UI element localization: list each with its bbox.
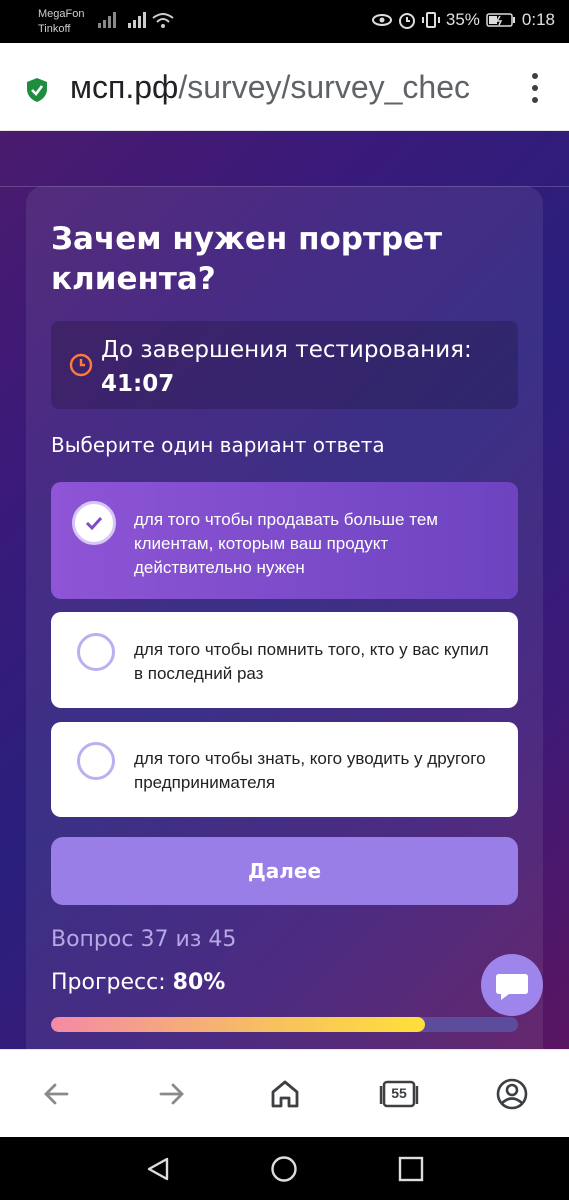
wifi-icon — [152, 13, 174, 28]
battery-icon — [486, 13, 515, 27]
home-icon[interactable] — [265, 1074, 305, 1114]
progress-bar — [51, 1017, 518, 1032]
answer-option-text: для того чтобы помнить того, кто у вас к… — [134, 640, 489, 683]
carrier-1: MegaFon — [38, 8, 85, 20]
browser-address-bar[interactable]: мсп.рф/survey/survey_chec — [0, 43, 569, 131]
next-button[interactable]: Далее — [51, 837, 518, 905]
status-bar: MegaFon Tinkoff 35% 0:18 — [0, 0, 569, 43]
url-text[interactable]: мсп.рф/survey/survey_chec — [70, 69, 500, 106]
radio-checked-icon[interactable] — [72, 501, 116, 545]
nav-back-icon[interactable] — [145, 1156, 171, 1182]
forward-arrow-icon[interactable] — [151, 1074, 191, 1114]
carrier-names: MegaFon Tinkoff — [38, 7, 84, 37]
status-right: 35% 0:18 — [371, 10, 555, 30]
alarm-icon — [398, 13, 415, 29]
progress-bar-fill — [51, 1017, 425, 1032]
chat-button[interactable] — [481, 954, 543, 1016]
answer-option-2[interactable]: для того чтобы помнить того, кто у вас к… — [51, 612, 518, 708]
clock-icon — [69, 353, 93, 377]
browser-toolbar: 55 — [0, 1049, 569, 1137]
vibrate-icon — [421, 12, 440, 28]
signal-icon-2 — [128, 12, 146, 28]
nav-home-icon[interactable] — [270, 1155, 298, 1183]
answer-option-text: для того чтобы продавать больше тем клие… — [134, 510, 438, 577]
back-arrow-icon[interactable] — [37, 1074, 77, 1114]
android-nav-bar — [0, 1137, 569, 1200]
timer-box: До завершения тестирования: 41:07 — [51, 321, 518, 409]
answer-option-1[interactable]: для того чтобы продавать больше тем клие… — [51, 482, 518, 599]
radio-unchecked-icon[interactable] — [77, 633, 115, 671]
signal-icon — [98, 12, 116, 28]
web-page: Зачем нужен портрет клиента? До завершен… — [0, 131, 569, 1049]
profile-icon[interactable] — [492, 1074, 532, 1114]
shield-check-icon[interactable] — [26, 77, 48, 103]
radio-unchecked-icon[interactable] — [77, 742, 115, 780]
tabs-button[interactable]: 55 — [378, 1074, 420, 1114]
question-counter: Вопрос 37 из 45 — [51, 927, 237, 952]
answer-option-text: для того чтобы знать, кого уводить у дру… — [134, 749, 486, 792]
browser-menu-icon[interactable] — [531, 73, 539, 103]
nav-recents-icon[interactable] — [398, 1156, 424, 1182]
eye-icon — [371, 14, 392, 26]
timer-value: 41:07 — [101, 371, 175, 397]
progress-label: Прогресс: 80% — [51, 970, 225, 995]
timer-label: До завершения тестирования: — [101, 337, 472, 363]
progress-percent: 80% — [172, 970, 226, 995]
instruction-text: Выберите один вариант ответа — [51, 433, 385, 457]
question-title: Зачем нужен портрет клиента? — [51, 221, 443, 297]
tab-count: 55 — [391, 1085, 407, 1101]
url-domain: мсп.рф — [70, 69, 179, 105]
clock: 0:18 — [521, 10, 555, 29]
carrier-2: Tinkoff — [38, 23, 71, 35]
battery-percent: 35% — [445, 10, 480, 29]
url-path: /survey/survey_chec — [178, 69, 471, 105]
progress-label-text: Прогресс: — [51, 970, 166, 995]
answer-option-3[interactable]: для того чтобы знать, кого уводить у дру… — [51, 722, 518, 817]
chat-bubble-icon — [496, 974, 528, 1000]
